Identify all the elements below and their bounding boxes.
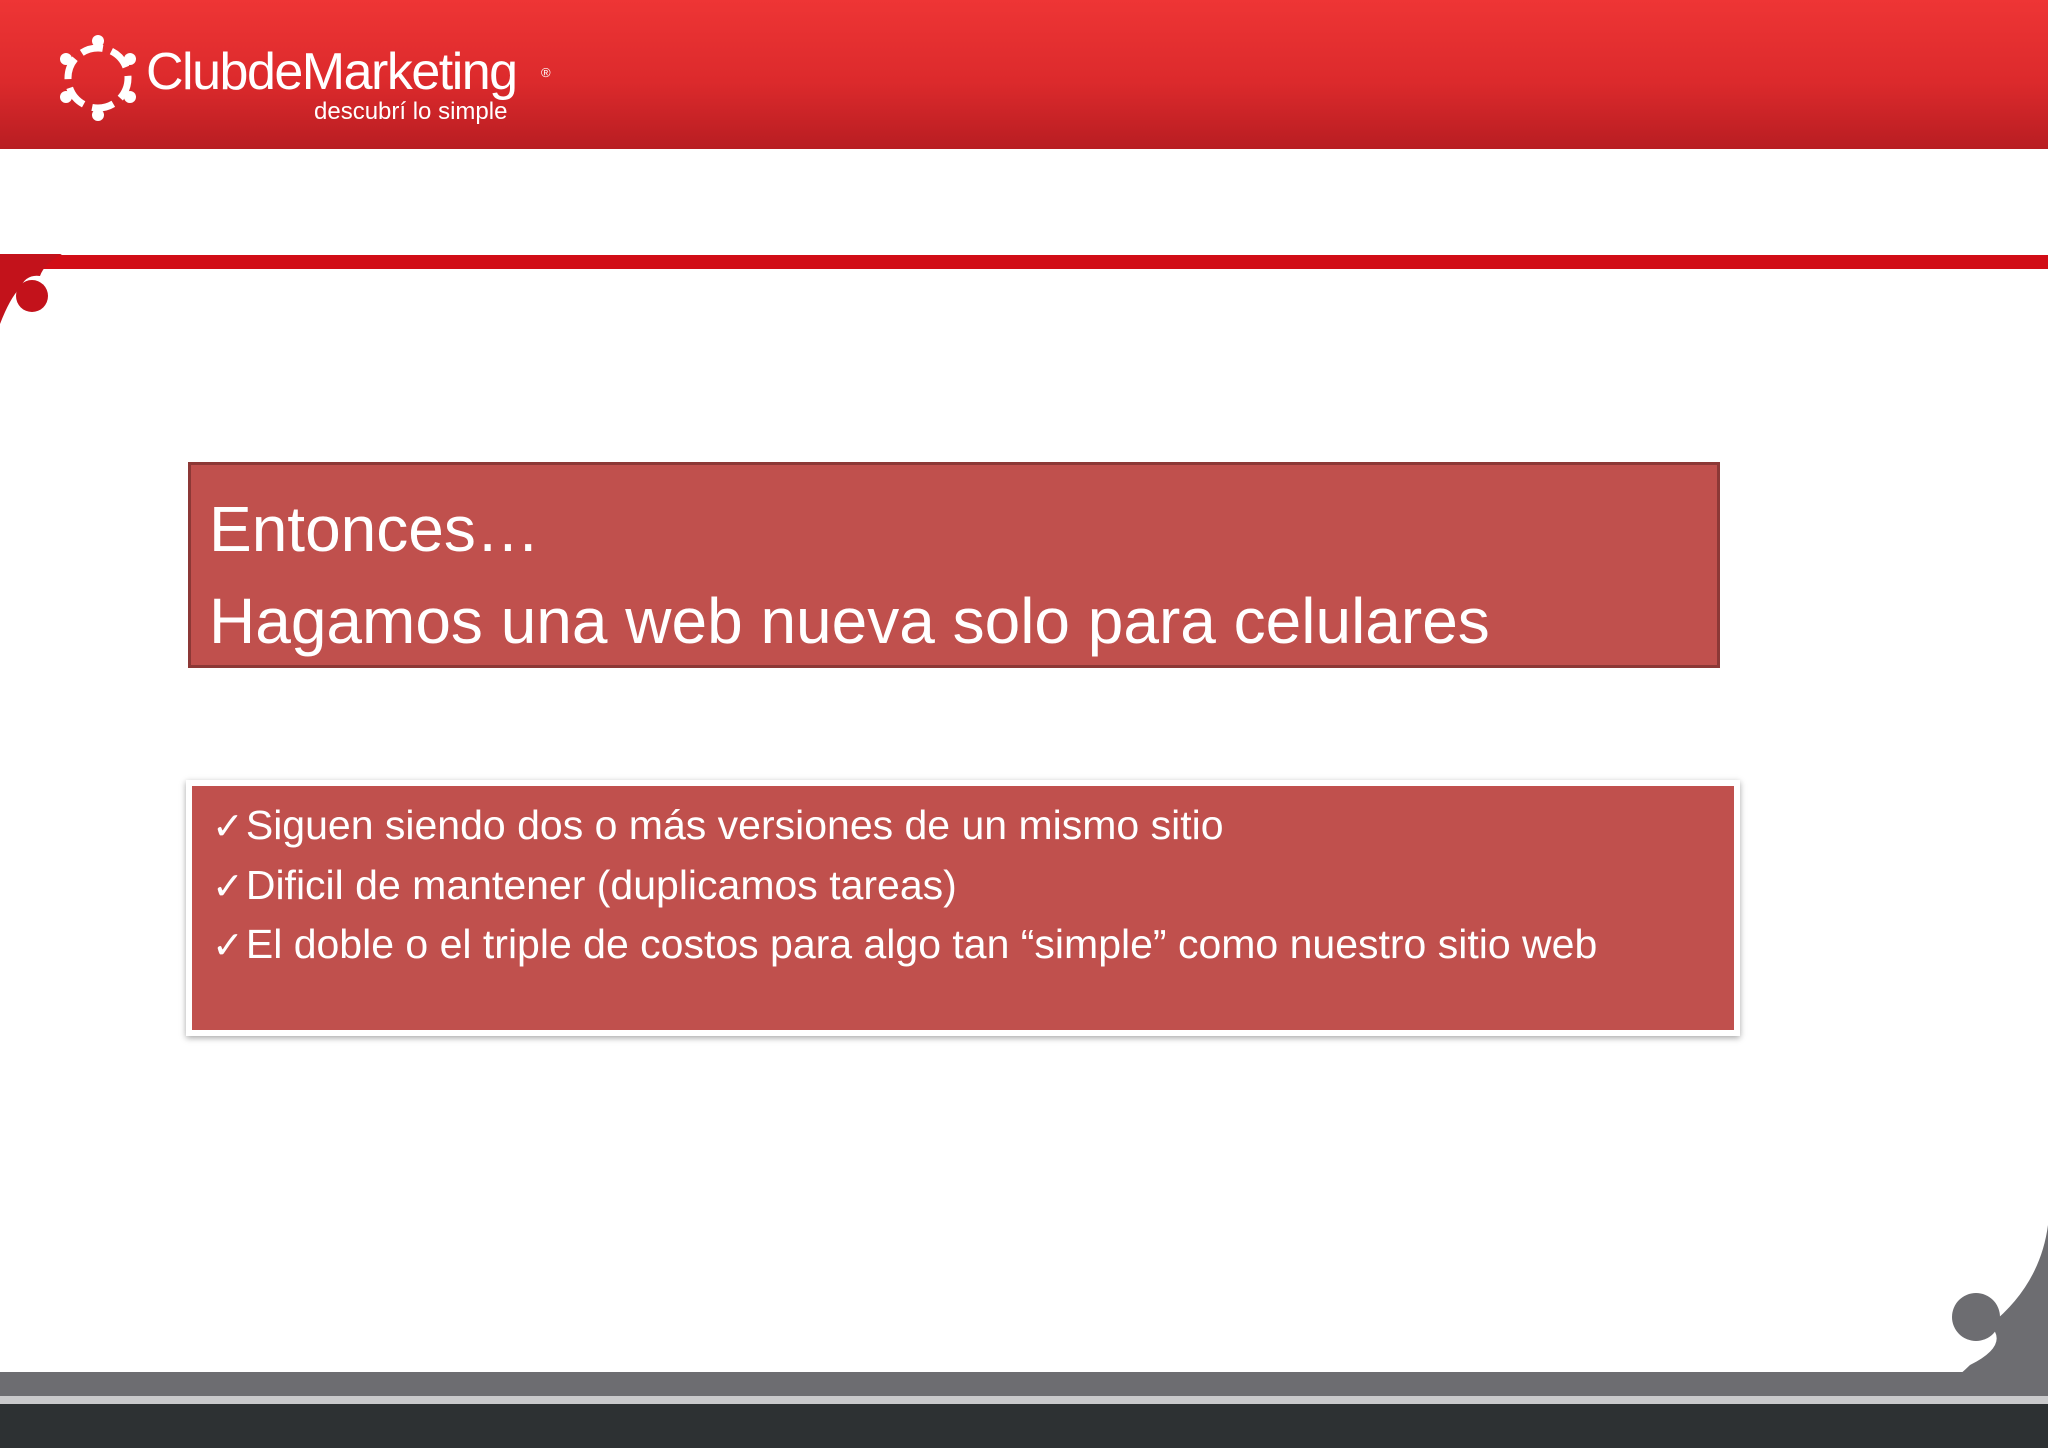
registered-mark: ® (541, 65, 551, 80)
point-text: El doble o el triple de costos para algo… (245, 921, 1598, 967)
divider-line (0, 255, 2048, 269)
list-item: ✓Siguen siendo dos o más versiones de un… (212, 796, 1716, 856)
brand-name: ClubdeMarketing (146, 43, 518, 101)
point-text: Dificil de mantener (duplicamos tareas) (245, 861, 957, 908)
brand-logo: ClubdeMarketing ® descubrí lo simple (56, 32, 576, 128)
points-box: ✓Siguen siendo dos o más versiones de un… (186, 780, 1740, 1036)
title-line-2: Hagamos una web nueva solo para celulare… (209, 585, 1490, 657)
footer-band-light (0, 1396, 2048, 1404)
checkmark-icon: ✓ (212, 863, 244, 908)
brand-tagline: descubrí lo simple (314, 98, 508, 125)
header-bar: ClubdeMarketing ® descubrí lo simple (0, 0, 2048, 149)
title-box: Entonces… Hagamos una web nueva solo par… (188, 462, 1720, 668)
list-item: ✓Dificil de mantener (duplicamos tareas) (212, 856, 1716, 916)
footer-band-grey (0, 1372, 2048, 1396)
title-line-1: Entonces… (209, 493, 540, 565)
circle-of-people-icon (60, 35, 136, 121)
corner-ornament-left (0, 254, 62, 324)
checkmark-icon: ✓ (212, 804, 244, 848)
list-item: ✓El doble o el triple de costos para alg… (212, 915, 1716, 975)
footer-band-dark (0, 1404, 2048, 1448)
point-text: Siguen siendo dos o más versiones de un … (245, 802, 1224, 848)
slide: ClubdeMarketing ® descubrí lo simple Ent… (0, 0, 2048, 1448)
checkmark-icon: ✓ (212, 923, 244, 967)
